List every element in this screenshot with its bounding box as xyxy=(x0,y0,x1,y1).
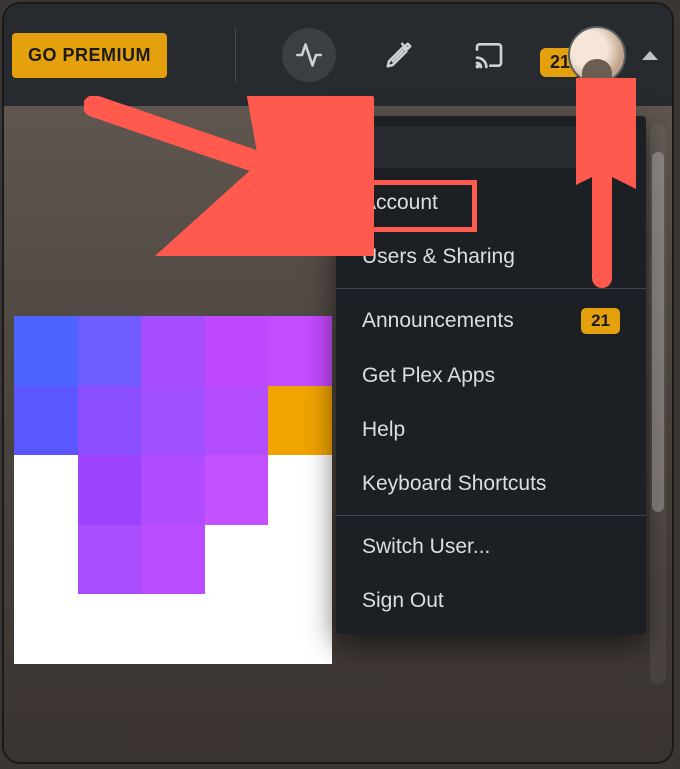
menu-item-users-sharing[interactable]: Users & Sharing xyxy=(336,230,646,284)
top-bar: GO PREMIUM 21 xyxy=(4,4,672,106)
app-window: GO PREMIUM 21 Account Users & xyxy=(2,2,674,764)
menu-item-help[interactable]: Help xyxy=(336,403,646,457)
menu-divider xyxy=(336,515,646,516)
cast-icon[interactable] xyxy=(462,28,516,82)
announcements-badge: 21 xyxy=(581,308,620,334)
menu-item-label: Switch User... xyxy=(362,535,490,559)
menu-item-announcements[interactable]: Announcements 21 xyxy=(336,293,646,349)
user-menu-toggle[interactable]: 21 xyxy=(568,26,658,84)
activity-icon[interactable] xyxy=(282,28,336,82)
menu-search-input[interactable] xyxy=(354,126,628,168)
scrollbar-thumb[interactable] xyxy=(652,152,664,512)
menu-item-label: Get Plex Apps xyxy=(362,364,495,388)
menu-item-label: Users & Sharing xyxy=(362,245,515,269)
menu-item-label: Keyboard Shortcuts xyxy=(362,472,546,496)
go-premium-button[interactable]: GO PREMIUM xyxy=(12,33,167,78)
menu-item-get-apps[interactable]: Get Plex Apps xyxy=(336,349,646,403)
settings-icon[interactable] xyxy=(372,28,426,82)
menu-item-keyboard-shortcuts[interactable]: Keyboard Shortcuts xyxy=(336,457,646,511)
annotation-highlight-account xyxy=(349,180,477,232)
menu-item-switch-user[interactable]: Switch User... xyxy=(336,520,646,574)
menu-divider xyxy=(336,288,646,289)
menu-item-label: Announcements xyxy=(362,309,514,333)
menu-item-label: Help xyxy=(362,418,405,442)
menu-item-sign-out[interactable]: Sign Out xyxy=(336,574,646,628)
avatar xyxy=(568,26,626,84)
chevron-up-icon xyxy=(642,51,658,60)
scrollbar[interactable] xyxy=(650,124,666,684)
album-art xyxy=(14,316,332,664)
menu-item-label: Sign Out xyxy=(362,589,444,613)
divider xyxy=(235,28,236,82)
